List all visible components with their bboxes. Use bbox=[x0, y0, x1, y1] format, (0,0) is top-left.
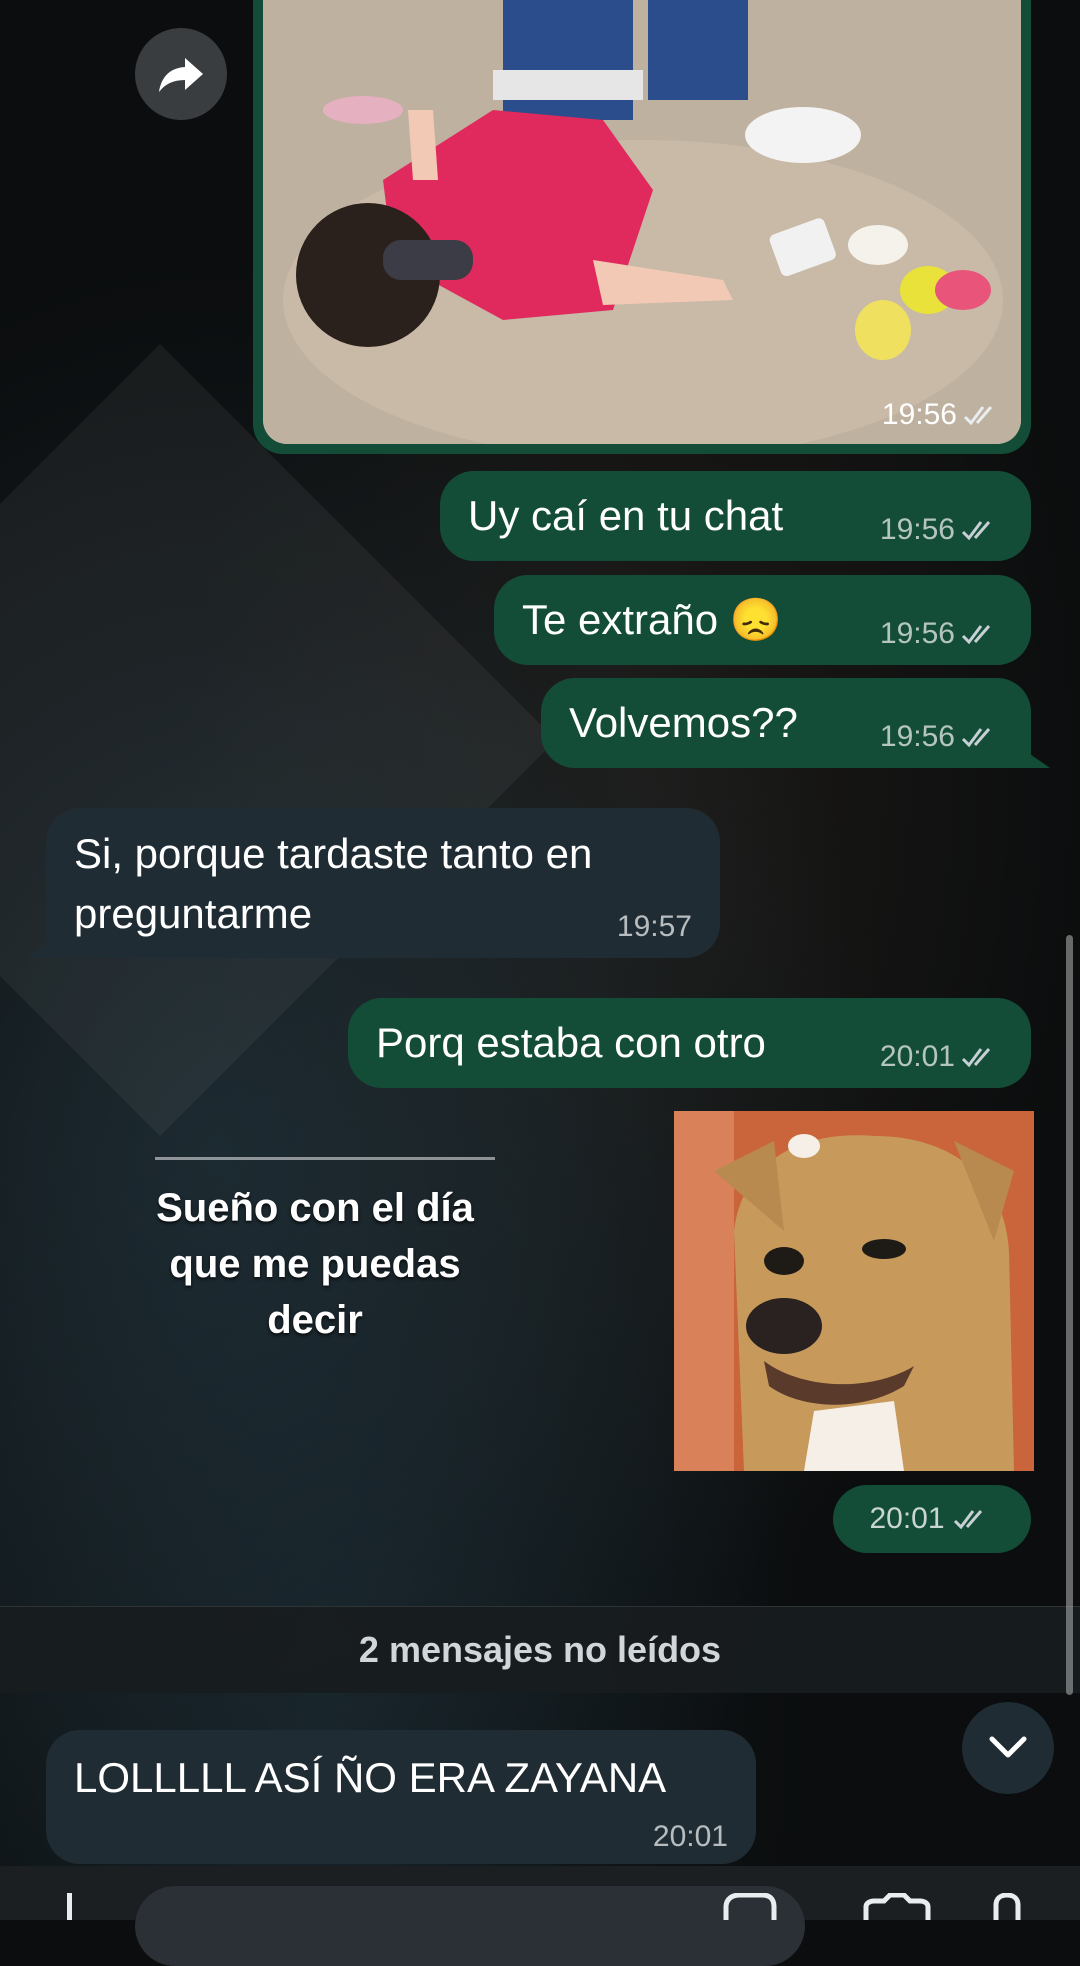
outgoing-message[interactable]: Te extraño 😞 19:56 bbox=[494, 575, 1031, 665]
sad-emoji: 😞 bbox=[729, 596, 783, 643]
chevron-down-icon bbox=[989, 1736, 1027, 1758]
incoming-message[interactable]: Si, porque tardaste tanto en preguntarme… bbox=[46, 808, 720, 958]
forward-button[interactable] bbox=[135, 28, 227, 120]
message-text-line1: Si, porque tardaste tanto en bbox=[74, 830, 593, 877]
mic-icon[interactable] bbox=[990, 1893, 1024, 1920]
dog-image[interactable] bbox=[674, 1111, 1034, 1471]
camera-icon[interactable] bbox=[862, 1893, 932, 1920]
message-time: 19:56 bbox=[879, 720, 955, 753]
outgoing-message[interactable]: Porq estaba con otro 20:01 bbox=[348, 998, 1031, 1088]
sticker-line-2: que me puedas bbox=[169, 1242, 461, 1286]
photo-time: 19:56 bbox=[881, 398, 957, 431]
unread-messages-banner: 2 mensajes no leídos bbox=[0, 1606, 1080, 1693]
sticker-icon[interactable] bbox=[722, 1893, 778, 1920]
photo-meta: 19:56 bbox=[882, 398, 1005, 432]
sticker-line-1: Sueño con el día bbox=[156, 1186, 474, 1230]
sticker-text[interactable]: Sueño con el día que me puedas decir bbox=[80, 1180, 550, 1348]
photo-image[interactable] bbox=[263, 0, 1021, 444]
message-text: Porq estaba con otro bbox=[376, 1019, 766, 1066]
message-text: Volvemos?? bbox=[569, 699, 798, 746]
outgoing-message[interactable]: Volvemos?? 19:56 bbox=[541, 678, 1031, 768]
double-check-icon bbox=[963, 406, 993, 426]
incoming-message[interactable]: LOLLLLL ASÍ ÑO ERA ZAYANA 20:01 bbox=[46, 1730, 756, 1864]
double-check-icon bbox=[953, 1510, 982, 1530]
message-meta: 19:56 bbox=[880, 617, 1003, 651]
message-text: Uy caí en tu chat bbox=[468, 492, 784, 539]
message-time: 20:01 bbox=[652, 1820, 728, 1853]
message-meta: 19:56 bbox=[880, 720, 1003, 754]
sticker-line-3: decir bbox=[267, 1298, 363, 1342]
forward-icon bbox=[159, 58, 203, 92]
double-check-icon bbox=[961, 625, 991, 645]
outgoing-message[interactable]: Uy caí en tu chat 19:56 bbox=[440, 471, 1031, 561]
sticker-divider bbox=[155, 1157, 495, 1160]
message-meta: 19:57 bbox=[617, 910, 692, 944]
message-text: LOLLLLL ASÍ ÑO ERA ZAYANA bbox=[74, 1754, 667, 1801]
message-input[interactable] bbox=[135, 1886, 805, 1966]
unread-banner-text: 2 mensajes no leídos bbox=[358, 1629, 722, 1670]
message-time: 19:56 bbox=[879, 513, 955, 546]
double-check-icon bbox=[961, 521, 991, 541]
scroll-to-bottom-button[interactable] bbox=[962, 1702, 1054, 1794]
message-time: 20:01 bbox=[869, 1502, 945, 1535]
scrollbar[interactable] bbox=[1066, 935, 1073, 1695]
message-meta: 20:01 bbox=[880, 1040, 1003, 1074]
double-check-icon bbox=[961, 728, 991, 748]
message-meta: 19:56 bbox=[880, 513, 1003, 547]
message-time: 19:57 bbox=[616, 910, 692, 943]
photo-message[interactable]: 19:56 bbox=[253, 0, 1031, 454]
message-text: Te extraño 😞 bbox=[522, 596, 783, 643]
message-meta: 20:01 bbox=[653, 1820, 728, 1854]
message-time: 20:01 bbox=[879, 1040, 955, 1073]
plus-icon[interactable] bbox=[52, 1893, 88, 1920]
double-check-icon bbox=[961, 1048, 991, 1068]
message-text-line2: preguntarme bbox=[74, 890, 313, 937]
message-time: 19:56 bbox=[879, 617, 955, 650]
dog-image-meta: 20:01 bbox=[833, 1485, 1031, 1553]
